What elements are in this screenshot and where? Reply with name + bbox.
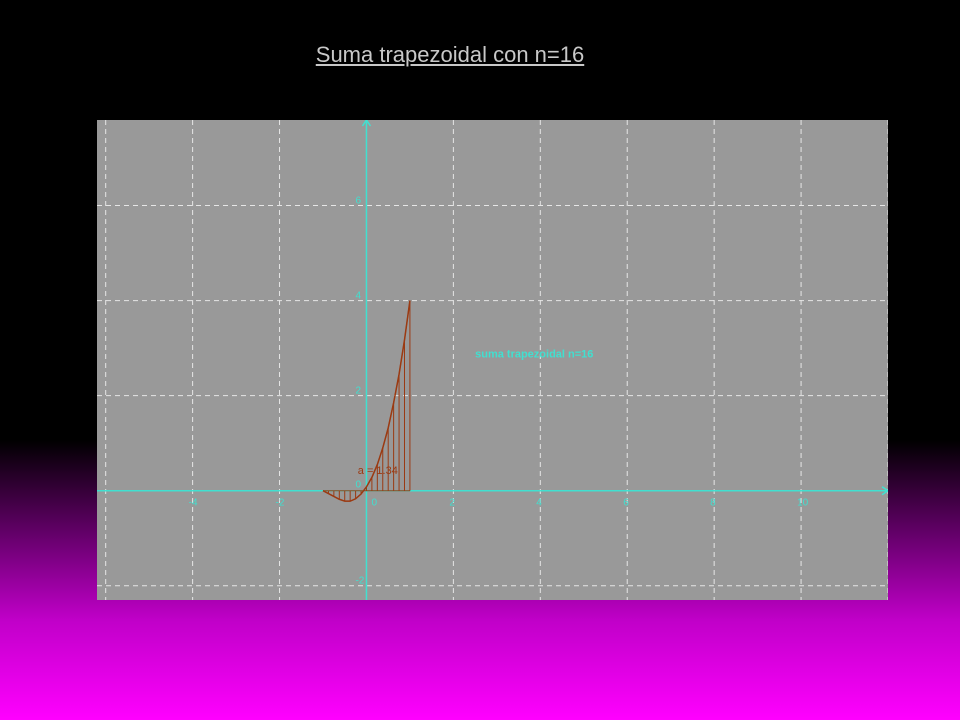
slide-title[interactable]: Suma trapezoidal con n=16	[0, 42, 900, 68]
y-tick-label: 6	[355, 196, 361, 207]
x-tick-label: 10	[797, 498, 809, 509]
tick-labels: -4 -2 0 2 4 6 8 10 -2 0 2 4 6	[189, 196, 809, 587]
x-tick-label: -2	[276, 498, 285, 509]
y-tick-label: 4	[355, 291, 361, 302]
graph-panel[interactable]: -4 -2 0 2 4 6 8 10 -2 0 2 4 6 suma trapezoidal n=16 …	[97, 120, 888, 600]
x-tick-label: 0	[371, 498, 377, 509]
y-tick-label: 0	[355, 480, 361, 491]
x-tick-label: 4	[536, 498, 542, 509]
x-tick-label: -4	[189, 498, 198, 509]
x-tick-label: 8	[710, 498, 716, 509]
area-value-label: a = 1.34	[358, 465, 398, 477]
method-label: suma trapezoidal n=16	[475, 349, 593, 361]
trapezoid-sum-plot[interactable]: -4 -2 0 2 4 6 8 10-20246 suma trapezoidal n=16 …	[97, 120, 888, 600]
x-tick-label: 6	[623, 498, 629, 509]
y-tick-label: -2	[355, 576, 364, 587]
y-tick-label: 2	[355, 386, 361, 397]
x-tick-label: 2	[449, 498, 455, 509]
